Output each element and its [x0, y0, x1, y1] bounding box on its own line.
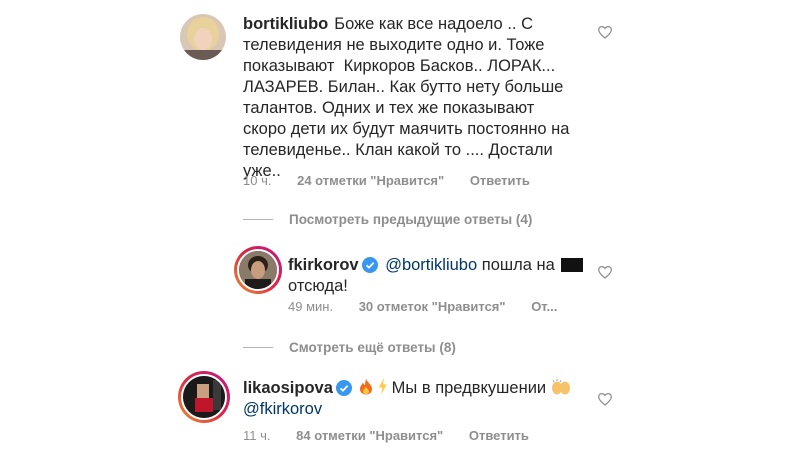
username[interactable]: fkirkorov	[288, 256, 359, 274]
comment-text: fkirkorov @bortikliubo пошла на отсюда!	[288, 255, 598, 297]
avatar-fkirkorov[interactable]	[237, 249, 279, 291]
divider	[243, 219, 273, 220]
view-replies-label: Посмотреть предыдущие ответы (4)	[289, 212, 533, 227]
comment-text: bortikliubo Боже как все надоело .. С тел…	[243, 14, 583, 182]
comment-line: Боже как все надоело .. С	[334, 15, 533, 33]
avatar-likaosipova[interactable]	[181, 374, 227, 420]
mention-link[interactable]: @fkirkorov	[243, 400, 322, 418]
redaction-box	[561, 258, 584, 272]
verified-badge-icon	[335, 380, 352, 396]
view-previous-replies[interactable]: Посмотреть предыдущие ответы (4)	[243, 212, 532, 227]
timestamp: 10 ч.	[243, 173, 272, 188]
username[interactable]: likaosipova	[243, 379, 333, 397]
comment-line: скоро дети их будут маячить постоянно на	[243, 120, 570, 138]
comment-text-part: пошла на	[481, 256, 555, 274]
username[interactable]: bortikliubo	[243, 15, 328, 33]
comment-line: талантов. Одних и тех же показывают	[243, 99, 535, 117]
reply-button[interactable]: От...	[531, 299, 557, 314]
comment-line: телевидения не выходите одно и. Тоже	[243, 36, 545, 54]
view-replies-label: Смотреть ещё ответы (8)	[289, 340, 456, 355]
heart-outline-icon[interactable]	[597, 25, 613, 39]
timestamp: 49 мин.	[288, 299, 334, 314]
reply-button[interactable]: Ответить	[470, 173, 530, 188]
comment-text-part: Мы в предвкушении	[391, 379, 547, 397]
view-more-replies[interactable]: Смотреть ещё ответы (8)	[243, 340, 456, 355]
avatar-image	[183, 376, 225, 418]
comment-text-part: отсюда!	[288, 277, 348, 295]
comment-line: показывают Киркоров Басков.. ЛОРАК...	[243, 57, 556, 75]
mention-link[interactable]: @bortikliubo	[385, 256, 477, 274]
comment-line: телевиденье.. Клан какой то .... Достали	[243, 141, 553, 159]
likes-count[interactable]: 84 отметки "Нравится"	[296, 428, 443, 443]
comment-meta: 11 ч. 84 отметки "Нравится" Ответить	[243, 428, 551, 443]
likes-count[interactable]: 30 отметок "Нравится"	[359, 299, 506, 314]
fire-emoji-icon	[360, 379, 373, 395]
avatar-image	[180, 14, 226, 60]
likes-count[interactable]: 24 отметки "Нравится"	[297, 173, 444, 188]
divider	[243, 347, 273, 348]
heart-outline-icon[interactable]	[597, 265, 613, 279]
timestamp: 11 ч.	[243, 428, 271, 443]
verified-badge-icon	[361, 257, 378, 273]
avatar-bortikliubo[interactable]	[180, 14, 226, 60]
heart-outline-icon[interactable]	[597, 392, 613, 406]
raising-hands-emoji-icon	[551, 379, 570, 395]
comment-text: likaosipova Мы в предвкушении @fkirkorov	[243, 378, 593, 420]
avatar-image	[239, 251, 277, 289]
lightning-emoji-icon	[379, 378, 387, 395]
comment-line: ЛАЗАРЕВ. Билан.. Как бутто нету больше	[243, 78, 564, 96]
reply-button[interactable]: Ответить	[469, 428, 529, 443]
comment-meta: 10 ч. 24 отметки "Нравится" Ответить	[243, 173, 552, 188]
comment-meta: 49 мин. 30 отметок "Нравится" От...	[288, 299, 579, 314]
